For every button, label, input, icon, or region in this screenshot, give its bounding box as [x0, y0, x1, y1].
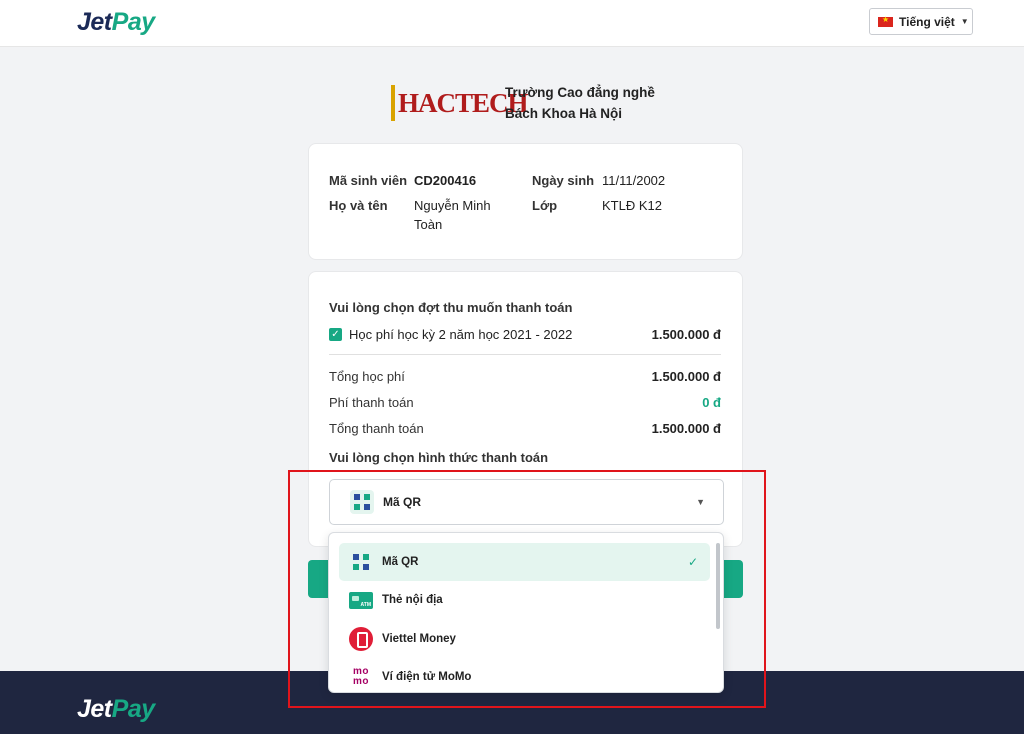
- footer-logo-jet-text: Jet: [77, 695, 112, 723]
- momo-icon-text-bottom: mo: [353, 676, 369, 687]
- footer-jetpay-logo[interactable]: JetPay: [77, 695, 155, 724]
- payment-card: Vui lòng chọn đợt thu muốn thanh toán ✓ …: [308, 271, 743, 547]
- class-value: KTLĐ K12: [602, 198, 662, 213]
- payment-fee-row: Phí thanh toán 0 đ: [329, 395, 721, 410]
- payment-method-select[interactable]: Mã QR ▼: [329, 479, 724, 525]
- total-pay-value: 1.500.000 đ: [651, 421, 721, 436]
- school-name-line2: Bách Khoa Hà Nội: [505, 106, 623, 121]
- payment-method-dropdown: Mã QR ✓ Thẻ nội địa Viettel Money mo mo …: [328, 532, 724, 693]
- pay-button-right-edge[interactable]: [722, 560, 743, 598]
- payment-fee-label: Phí thanh toán: [329, 395, 414, 410]
- divider: [329, 354, 721, 355]
- school-name: Trường Cao đẳng nghề Bách Khoa Hà Nội: [505, 82, 655, 124]
- option-qr[interactable]: Mã QR ✓: [339, 543, 710, 581]
- full-name-value-line1: Nguyễn Minh: [414, 198, 491, 213]
- logo-pay-text: Pay: [111, 8, 155, 36]
- qr-icon: [349, 550, 373, 574]
- language-label: Tiếng việt: [899, 14, 955, 29]
- payment-fee-value: 0 đ: [702, 395, 721, 410]
- school-name-line1: Trường Cao đẳng nghề: [505, 85, 655, 100]
- option-viettel-money[interactable]: Viettel Money: [339, 620, 710, 658]
- period-checkbox[interactable]: ✓: [329, 327, 342, 341]
- full-name-label: Họ và tên: [329, 198, 388, 213]
- period-row[interactable]: ✓ Học phí học kỳ 2 năm học 2021 - 2022 1…: [329, 325, 721, 343]
- option-label: Mã QR: [382, 556, 419, 568]
- student-id-value: CD200416: [414, 173, 477, 188]
- option-domestic-card[interactable]: Thẻ nội địa: [339, 581, 710, 619]
- qr-icon: [350, 490, 374, 514]
- viettel-money-icon: [349, 627, 373, 651]
- school-emblem-icon: [391, 85, 395, 121]
- period-item-label: Học phí học kỳ 2 năm học 2021 - 2022: [349, 326, 573, 342]
- jetpay-logo[interactable]: JetPay: [77, 8, 155, 37]
- dob-label: Ngày sinh: [532, 173, 595, 188]
- chevron-down-icon: ▼: [696, 497, 705, 507]
- class-label: Lớp: [532, 198, 558, 213]
- period-title: Vui lòng chọn đợt thu muốn thanh toán: [329, 300, 573, 315]
- pay-button-left-edge[interactable]: [308, 560, 329, 598]
- school-logo: HACTECH: [391, 84, 529, 122]
- option-momo[interactable]: mo mo Ví điện tử MoMo: [339, 658, 710, 692]
- vietnam-flag-icon: [878, 15, 893, 27]
- footer-logo-pay-text: Pay: [111, 695, 155, 723]
- dropdown-scrollbar[interactable]: [716, 543, 720, 629]
- dob-value: 11/11/2002: [602, 173, 666, 188]
- atm-card-icon: [349, 591, 373, 609]
- school-header: HACTECH Trường Cao đẳng nghề Bách Khoa H…: [391, 82, 655, 124]
- top-bar: JetPay Tiếng việt ▼: [0, 0, 1024, 47]
- full-name-value-line2: Toàn: [414, 217, 443, 232]
- total-pay-row: Tổng thanh toán 1.500.000 đ: [329, 421, 721, 436]
- option-label: Thẻ nội địa: [382, 594, 443, 606]
- caret-down-icon: ▼: [960, 17, 969, 26]
- total-pay-label: Tổng thanh toán: [329, 421, 424, 436]
- logo-jet-text: Jet: [77, 8, 112, 36]
- language-selector[interactable]: Tiếng việt ▼: [869, 8, 973, 35]
- check-icon: ✓: [687, 555, 698, 569]
- student-info-card: Mã sinh viên CD200416 Ngày sinh 11/11/20…: [308, 143, 743, 260]
- method-title: Vui lòng chọn hình thức thanh toán: [329, 450, 549, 465]
- option-label: Ví điện tử MoMo: [382, 671, 472, 683]
- momo-icon: mo mo: [349, 665, 373, 689]
- option-label: Viettel Money: [382, 633, 456, 645]
- total-fee-row: Tổng học phí 1.500.000 đ: [329, 369, 721, 384]
- total-fee-value: 1.500.000 đ: [651, 369, 721, 384]
- student-id-label: Mã sinh viên: [329, 173, 408, 188]
- total-fee-label: Tổng học phí: [329, 369, 405, 384]
- period-amount: 1.500.000 đ: [651, 326, 721, 342]
- selected-method-label: Mã QR: [383, 495, 422, 509]
